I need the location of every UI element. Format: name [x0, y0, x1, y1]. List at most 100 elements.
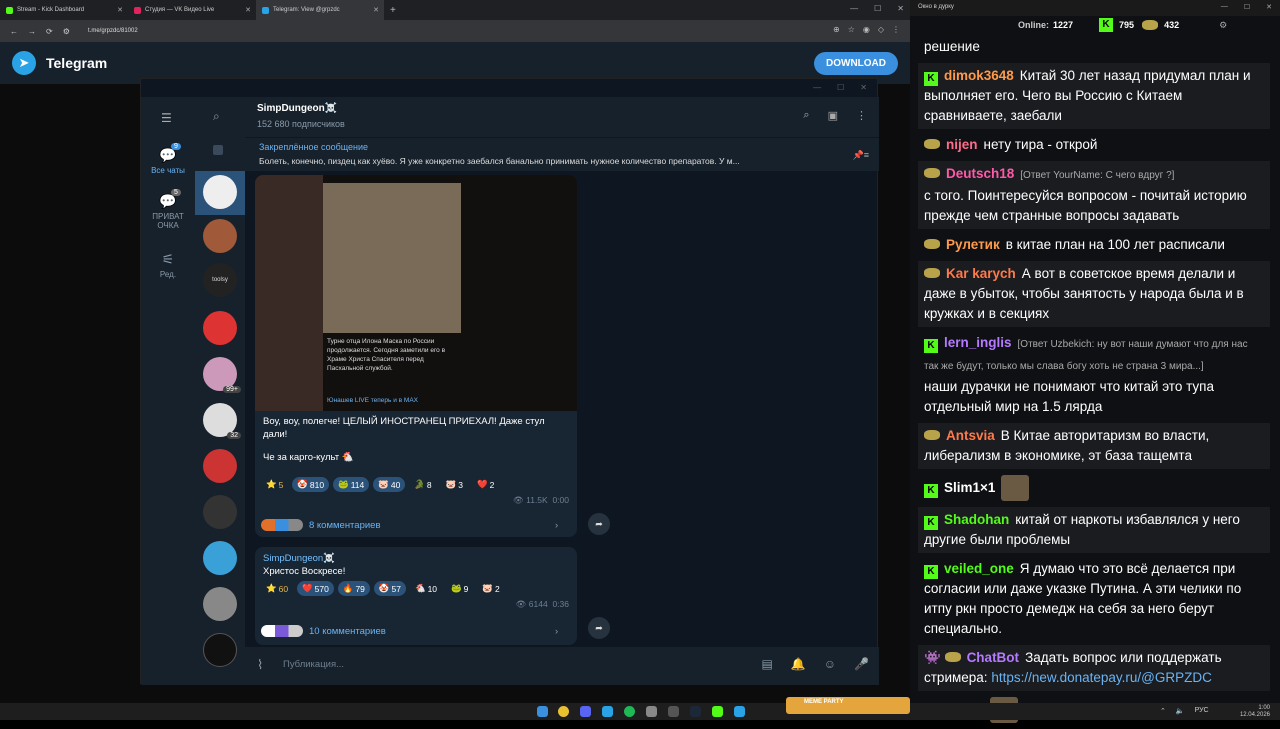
post-media[interactable]: Турне отца Илона Маска по России продолж…	[255, 175, 577, 411]
url-field[interactable]: t.me/grpzdc/81002	[88, 24, 688, 38]
discord-icon[interactable]	[580, 706, 591, 717]
chat-username[interactable]: ChatBot	[967, 650, 1020, 665]
minimize-icon[interactable]: —	[1221, 3, 1228, 11]
message-input[interactable]: Публикация...	[283, 659, 344, 670]
back-icon[interactable]: ←	[10, 27, 18, 36]
forward-button[interactable]: ➦	[588, 513, 610, 535]
forward-icon[interactable]: →	[28, 27, 36, 36]
chat-avatar[interactable]	[203, 311, 237, 345]
maximize-icon[interactable]: ☐	[1244, 3, 1250, 11]
reaction[interactable]: 🔥 79	[337, 581, 370, 596]
settings-icon[interactable]: ⚙	[1219, 20, 1227, 31]
schedule-icon[interactable]: ▤	[761, 657, 772, 671]
reaction[interactable]: ❤️ 570	[297, 581, 334, 596]
star-icon[interactable]: ☆	[848, 25, 855, 34]
pinned-message-bar[interactable]: Закреплённое сообщение Болеть, конечно, …	[245, 137, 879, 171]
maximize-icon[interactable]: ☐	[874, 4, 881, 13]
reaction[interactable]: ⭐ 60	[261, 581, 293, 596]
reaction[interactable]: 🤡 810	[292, 477, 330, 492]
microphone-icon[interactable]: 🎤	[854, 657, 869, 671]
menu-icon[interactable]: ⋮	[892, 25, 900, 34]
download-button[interactable]: DOWNLOAD	[814, 52, 898, 75]
forward-button[interactable]: ➦	[588, 617, 610, 639]
more-options-icon[interactable]: ⋮	[856, 109, 867, 122]
folder-all-chats[interactable]: 💬 9 Все чаты	[141, 143, 195, 175]
start-icon[interactable]	[537, 706, 548, 717]
chrome-icon[interactable]	[558, 706, 569, 717]
search-icon[interactable]: ⌕	[803, 109, 809, 122]
chat-username[interactable]: Рулетик	[946, 237, 1000, 252]
chat-username[interactable]: dimok3648	[944, 68, 1014, 83]
folder-edit[interactable]: ⚟ Ред.	[141, 251, 195, 279]
search-icon[interactable]: ⌕	[213, 109, 220, 124]
chat-avatar[interactable]: 99+	[203, 357, 241, 393]
extension-icon[interactable]: ◉	[863, 25, 870, 34]
reaction[interactable]: ⭐ 5	[261, 477, 288, 492]
chat-avatar[interactable]	[203, 449, 237, 483]
folder-private[interactable]: 💬 5 ПРИВАТ ОЧКА	[141, 189, 195, 230]
site-info-icon[interactable]: ⚙	[63, 27, 70, 36]
minimize-icon[interactable]: —	[813, 83, 821, 92]
extension-icon[interactable]: ◇	[878, 25, 884, 34]
close-icon[interactable]: ✕	[117, 6, 123, 14]
post-author[interactable]: SimpDungeon☠️	[263, 553, 335, 564]
chat-avatar[interactable]: 32	[203, 403, 241, 439]
donate-link[interactable]: https://new.donatepay.ru/@GRPZDC	[991, 670, 1212, 685]
close-icon[interactable]: ✕	[245, 6, 251, 14]
zoom-icon[interactable]: ⊕	[833, 25, 840, 34]
attach-icon[interactable]: ⌇	[257, 657, 263, 673]
pin-list-icon[interactable]: 📌≡	[853, 150, 869, 161]
app-icon[interactable]	[668, 706, 679, 717]
bell-icon[interactable]: 🔔	[791, 657, 806, 671]
app-icon[interactable]	[734, 706, 745, 717]
chat-avatar[interactable]	[203, 175, 237, 209]
comments-link[interactable]: 10 комментариев ›	[261, 625, 571, 637]
sidebar-toggle-icon[interactable]: ▣	[828, 109, 838, 122]
volume-icon[interactable]: 🔈	[1176, 707, 1185, 715]
clock[interactable]: 1:00 12.04.2026	[1240, 705, 1270, 719]
chat-username[interactable]: Slim1×1	[944, 480, 995, 495]
maximize-icon[interactable]: ☐	[837, 83, 844, 92]
reaction[interactable]: 🐔 10	[410, 581, 442, 596]
reaction[interactable]: 🤡 57	[373, 581, 406, 596]
chat-avatar[interactable]	[203, 541, 237, 575]
chat-username[interactable]: Deutsch18	[946, 166, 1014, 181]
reaction[interactable]: 🐷 2	[477, 581, 504, 596]
telegram-icon[interactable]	[602, 706, 613, 717]
minimize-icon[interactable]: —	[850, 4, 858, 13]
chat-username[interactable]: Kar karych	[946, 266, 1016, 281]
reaction[interactable]: ❤️ 2	[472, 477, 499, 492]
chevron-up-icon[interactable]: ⌃	[1160, 707, 1166, 715]
meme-party-widget[interactable]: MEME PARTY	[786, 697, 910, 714]
reaction[interactable]: 🐊 8	[409, 477, 436, 492]
close-window-icon[interactable]: ✕	[860, 83, 867, 92]
spotify-icon[interactable]	[624, 706, 635, 717]
reaction[interactable]: 🐷 3	[441, 477, 468, 492]
chat-username[interactable]: lern_inglis	[944, 335, 1012, 350]
emoji-icon[interactable]: ☺	[824, 657, 836, 671]
chat-username[interactable]: nijen	[946, 137, 978, 152]
tab-telegram[interactable]: Telegram: View @grpzdc ✕	[256, 0, 384, 20]
close-window-icon[interactable]: ✕	[897, 4, 904, 13]
reaction[interactable]: 🐸 9	[446, 581, 473, 596]
reload-icon[interactable]: ⟳	[46, 27, 53, 36]
chat-avatar[interactable]: toolsy	[203, 263, 237, 297]
language-indicator[interactable]: РУС	[1195, 707, 1209, 715]
close-window-icon[interactable]: ✕	[1266, 3, 1272, 11]
reaction[interactable]: 🐷 40	[373, 477, 406, 492]
chat-avatar[interactable]	[203, 495, 237, 529]
hamburger-menu-icon[interactable]: ☰	[161, 111, 172, 125]
comments-link[interactable]: 8 комментариев ›	[261, 519, 571, 531]
obs-icon[interactable]	[646, 706, 657, 717]
chat-avatar[interactable]	[203, 219, 237, 253]
chat-username[interactable]: Antsvia	[946, 428, 995, 443]
chat-username[interactable]: Shadohan	[944, 512, 1009, 527]
chat-avatar[interactable]	[203, 633, 237, 667]
tab-vk[interactable]: Студия — VK Видео Live ✕	[128, 0, 256, 20]
close-icon[interactable]: ✕	[373, 6, 379, 14]
reaction[interactable]: 🐸 114	[333, 477, 370, 492]
channel-title[interactable]: SimpDungeon☠️	[257, 103, 337, 114]
new-tab-button[interactable]: +	[384, 5, 402, 16]
tab-kick[interactable]: Stream - Kick Dashboard ✕	[0, 0, 128, 20]
chat-username[interactable]: veiled_one	[944, 561, 1014, 576]
